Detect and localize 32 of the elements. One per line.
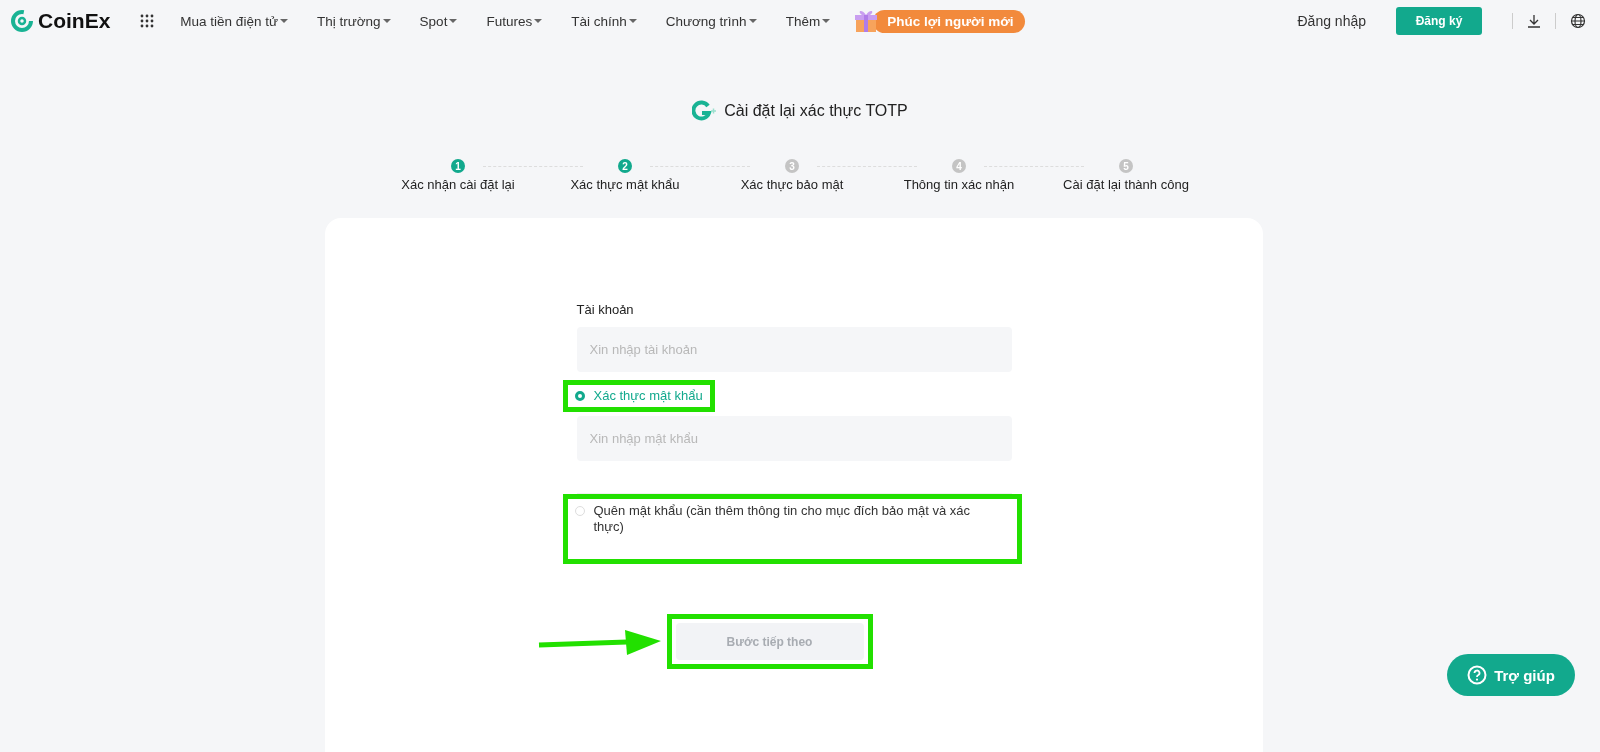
gift-icon	[853, 8, 880, 34]
step-label: Xác thực bảo mật	[740, 177, 844, 192]
globe-icon[interactable]	[1570, 13, 1586, 29]
login-link[interactable]: Đăng nhập	[1297, 13, 1366, 29]
logo-wordmark[interactable]: CoinEx	[38, 9, 111, 33]
nav-menu-item[interactable]: Spot	[419, 13, 458, 29]
page-title: Cài đặt lại xác thực TOTP	[724, 102, 908, 120]
nav-menu-item[interactable]: Futures	[486, 13, 543, 29]
step-number: 2	[618, 159, 632, 173]
step-number: 4	[952, 159, 966, 173]
step-number: 5	[1119, 159, 1133, 173]
step-label: Xác thực mật khẩu	[570, 177, 680, 192]
step-number: 1	[451, 159, 465, 173]
logo-icon	[10, 9, 34, 33]
nav-menu-item[interactable]: Thị trường	[316, 13, 391, 29]
radio-button[interactable]	[574, 391, 585, 401]
step-label: Thông tin xác nhận	[903, 177, 1015, 192]
step-label: Xác nhận cài đặt lại	[401, 177, 515, 192]
help-icon	[1467, 665, 1488, 685]
step-number: 3	[785, 159, 799, 173]
download-icon[interactable]	[1527, 14, 1541, 28]
account-input-field[interactable]: Xin nhập tài khoản	[576, 327, 1012, 372]
field-label: Tài khoản	[576, 302, 635, 317]
apps-grid-icon[interactable]	[140, 14, 155, 28]
nav-menu-item[interactable]: Thêm	[785, 13, 831, 29]
radio-label[interactable]: Quên mật khẩu (cần thêm thông tin cho mục đích bảo mật và xác thực)	[593, 503, 984, 535]
step-label: Cài đặt lại thành công	[1063, 177, 1189, 192]
password-input-field[interactable]: Xin nhập mật khẩu	[576, 416, 1012, 461]
nav-menu-item[interactable]: Tài chính	[571, 13, 637, 29]
nav-menu-item[interactable]: Chương trình	[665, 13, 757, 29]
authenticator-logo-icon	[692, 100, 717, 122]
nav-menu-item[interactable]: Mua tiền điện tử	[180, 13, 288, 29]
